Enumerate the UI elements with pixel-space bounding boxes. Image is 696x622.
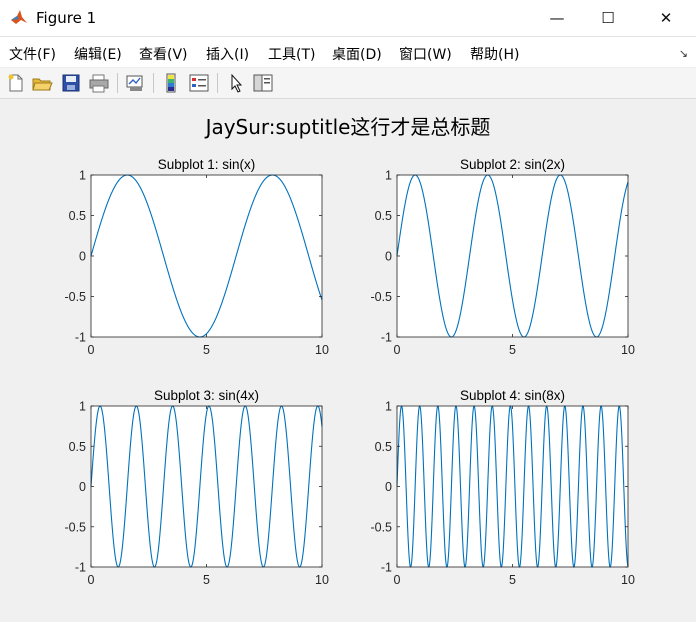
toolbar-separator <box>117 73 118 93</box>
figure-toolbar <box>0 68 696 99</box>
insert-colorbar-icon[interactable] <box>160 72 182 94</box>
link-plot-icon[interactable] <box>124 72 146 94</box>
y-tick-label: 1 <box>79 400 86 414</box>
subplot-2: 0 5 10 -1 -0.5 0 0.5 1 Subplot 2: sin(2x) <box>370 157 635 357</box>
insert-legend-icon[interactable] <box>188 72 210 94</box>
x-tick-label: 5 <box>509 573 516 587</box>
toolbar-separator <box>153 73 154 93</box>
menu-desktop[interactable]: 桌面(D) <box>332 44 382 64</box>
y-tick-label: 1 <box>385 400 392 414</box>
y-tick-label: 0.5 <box>375 209 392 223</box>
y-tick-label: 1 <box>385 169 392 183</box>
y-tick-label: -0.5 <box>64 520 86 534</box>
subplot-3: 0 5 10 -1 -0.5 0 0.5 1 Subplot 3: sin(4x) <box>64 388 329 587</box>
close-icon: ✕ <box>659 9 673 27</box>
subplot-title: Subplot 4: sin(8x) <box>460 388 565 403</box>
print-icon[interactable] <box>88 72 110 94</box>
maximize-icon: ☐ <box>601 9 615 27</box>
x-tick-label: 10 <box>315 573 329 587</box>
axes-background <box>91 406 322 567</box>
property-inspector-icon[interactable] <box>252 72 274 94</box>
y-tick-label: -1 <box>75 331 86 345</box>
menu-bar: 文件(F) 编辑(E) 查看(V) 插入(I) 工具(T) 桌面(D) 窗口(W… <box>0 37 696 67</box>
y-tick-label: -0.5 <box>64 290 86 304</box>
x-tick-label: 0 <box>88 573 95 587</box>
subplot-1: 0 5 10 -1 -0.5 0 0.5 1 Subplot 1: sin(x) <box>64 157 329 357</box>
x-tick-label: 0 <box>394 573 401 587</box>
edit-plot-arrow-icon[interactable] <box>226 72 248 94</box>
y-tick-label: 0.5 <box>375 440 392 454</box>
x-tick-label: 5 <box>509 343 516 357</box>
subplot-title: Subplot 1: sin(x) <box>158 157 256 172</box>
subplot-4: 0 5 10 -1 -0.5 0 0.5 1 Subplot 4: sin(8x) <box>370 388 635 587</box>
axes-background <box>91 175 322 337</box>
y-tick-label: 0.5 <box>69 209 86 223</box>
x-tick-label: 0 <box>88 343 95 357</box>
window-titlebar: Figure 1 — ☐ ✕ <box>0 0 696 37</box>
axes-background <box>397 175 628 337</box>
matlab-logo-icon <box>10 8 28 26</box>
new-figure-icon[interactable] <box>5 72 27 94</box>
y-tick-label: 1 <box>79 169 86 183</box>
toolbar-separator <box>217 73 218 93</box>
menu-insert[interactable]: 插入(I) <box>206 44 249 64</box>
y-tick-label: 0.5 <box>69 440 86 454</box>
y-tick-label: 0 <box>79 250 86 264</box>
y-tick-label: 0 <box>385 480 392 494</box>
maximize-button[interactable]: ☐ <box>585 0 631 36</box>
minimize-button[interactable]: — <box>534 0 580 36</box>
x-tick-label: 10 <box>315 343 329 357</box>
dock-arrow-icon[interactable]: ↘ <box>679 47 688 60</box>
subplot-title: Subplot 3: sin(4x) <box>154 388 259 403</box>
y-tick-label: -0.5 <box>370 290 392 304</box>
x-tick-label: 0 <box>394 343 401 357</box>
x-tick-label: 10 <box>621 573 635 587</box>
x-tick-label: 5 <box>203 573 210 587</box>
y-tick-label: -1 <box>381 561 392 575</box>
suptitle: JaySur:suptitle这行才是总标题 <box>204 115 491 139</box>
menu-view[interactable]: 查看(V) <box>139 44 188 64</box>
y-tick-label: -1 <box>75 561 86 575</box>
y-tick-label: -1 <box>381 331 392 345</box>
open-file-icon[interactable] <box>31 72 53 94</box>
save-icon[interactable] <box>60 72 82 94</box>
menu-file[interactable]: 文件(F) <box>9 44 56 64</box>
close-button[interactable]: ✕ <box>643 0 689 36</box>
subplot-title: Subplot 2: sin(2x) <box>460 157 565 172</box>
figure-plot-area: JaySur:suptitle这行才是总标题 0 5 10-1-0.500.51Su… <box>64 115 635 587</box>
menu-window[interactable]: 窗口(W) <box>399 44 452 64</box>
menu-edit[interactable]: 编辑(E) <box>74 44 122 64</box>
x-tick-label: 10 <box>621 343 635 357</box>
y-tick-label: 0 <box>385 250 392 264</box>
menu-help[interactable]: 帮助(H) <box>470 44 519 64</box>
y-tick-label: 0 <box>79 480 86 494</box>
menu-tools[interactable]: 工具(T) <box>268 44 315 64</box>
minimize-icon: — <box>549 9 565 27</box>
x-tick-label: 5 <box>203 343 210 357</box>
window-title: Figure 1 <box>36 9 97 27</box>
y-tick-label: -0.5 <box>370 520 392 534</box>
